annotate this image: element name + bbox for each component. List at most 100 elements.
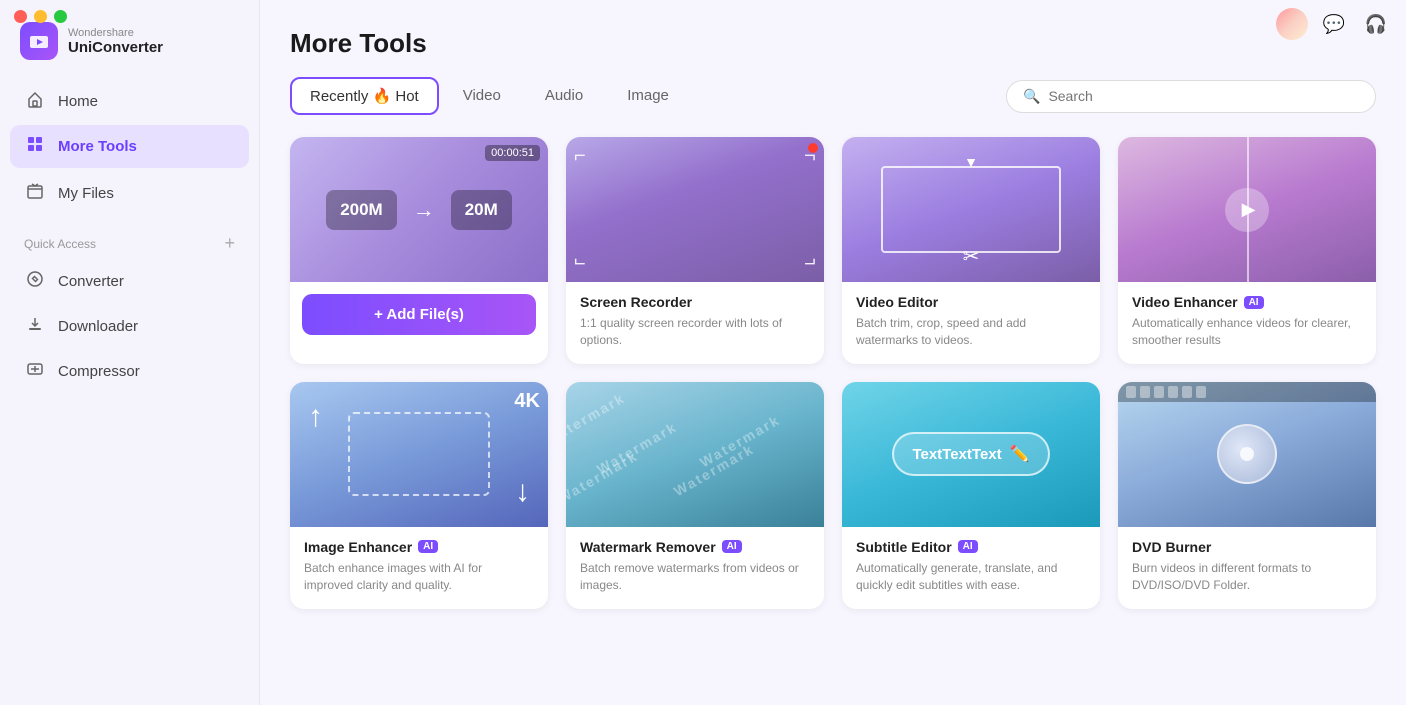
search-input[interactable] [1048, 88, 1359, 104]
film-hole-5 [1182, 386, 1192, 398]
sidebar-item-more-tools[interactable]: More Tools [10, 125, 249, 168]
converter-size-from: 200M [326, 190, 397, 230]
film-hole-1 [1126, 386, 1136, 398]
logo-icon [20, 22, 58, 60]
screen-recorder-visual: ⌐ ⌐ ⌐ ⌐ [566, 137, 824, 282]
subtitle-pill: TextTextText ✏️ [892, 432, 1049, 476]
four-k-label: 4K [514, 390, 540, 413]
subtitle-editor-title: Subtitle Editor AI [856, 539, 1086, 555]
video-editor-desc: Batch trim, crop, speed and add watermar… [856, 315, 1086, 350]
crop-frame: ▼ ✂ [881, 166, 1062, 253]
tab-image-label: Image [627, 87, 669, 104]
watermark-visual: Watermark Watermark Watermark Watermark … [566, 382, 824, 527]
video-editor-title: Video Editor [856, 294, 1086, 310]
watermark-remover-thumb: Watermark Watermark Watermark Watermark … [566, 382, 824, 527]
search-icon: 🔍 [1023, 88, 1040, 105]
watermark-text-3: Watermark [566, 447, 641, 506]
maximize-button[interactable] [54, 10, 67, 23]
screen-recorder-desc: 1:1 quality screen recorder with lots of… [580, 315, 810, 350]
tool-card-watermark-remover[interactable]: Watermark Watermark Watermark Watermark … [566, 382, 824, 609]
converter-size-to: 20M [451, 190, 512, 230]
scissors-icon: ✂ [963, 244, 980, 269]
ai-badge-image-enhancer: AI [418, 540, 438, 553]
sidebar-item-my-files[interactable]: My Files [10, 172, 249, 215]
watermark-remover-info: Watermark Remover AI Batch remove waterm… [566, 527, 824, 609]
converter-label: Converter [58, 273, 124, 290]
add-files-button[interactable]: + Add File(s) [302, 294, 536, 335]
screen-recorder-info: Screen Recorder 1:1 quality screen recor… [566, 282, 824, 364]
headphone-icon[interactable]: 🎧 [1360, 8, 1392, 40]
sidebar-item-compressor[interactable]: Compressor [10, 350, 249, 393]
sidebar: Wondershare UniConverter Home More Tools… [0, 0, 260, 705]
quick-access-label: Quick Access [24, 237, 96, 251]
divider-line [1247, 137, 1249, 282]
dvd-visual [1118, 382, 1376, 527]
tab-recently-hot-label: Recently 🔥 Hot [310, 88, 419, 105]
converter-card[interactable]: 00:00:51 200M → 20M + Add File(s) [290, 137, 548, 364]
sidebar-more-tools-label: More Tools [58, 138, 137, 155]
video-enhancer-thumb [1118, 137, 1376, 282]
watermark-remover-title: Watermark Remover AI [580, 539, 810, 555]
video-enhancer-visual [1118, 137, 1376, 282]
sidebar-item-converter[interactable]: Converter [10, 260, 249, 303]
image-enhancer-visual: 4K ↑ ↓ [290, 382, 548, 527]
home-icon [24, 90, 46, 113]
header-right: 💬 🎧 [1276, 8, 1392, 40]
chat-icon[interactable]: 💬 [1318, 8, 1350, 40]
video-enhancer-desc: Automatically enhance videos for clearer… [1132, 315, 1362, 350]
film-strip [1118, 382, 1376, 402]
quick-access-nav: Converter Downloader Compressor [0, 260, 259, 393]
corner-tl: ⌐ [574, 145, 586, 168]
tab-video[interactable]: Video [443, 77, 521, 115]
converter-badge: 00:00:51 [485, 145, 540, 161]
subtitle-editor-desc: Automatically generate, translate, and q… [856, 560, 1086, 595]
screen-recorder-title: Screen Recorder [580, 294, 810, 310]
corner-br: ⌐ [804, 251, 816, 274]
sidebar-nav: Home More Tools [0, 80, 259, 168]
dvd-burner-thumb [1118, 382, 1376, 527]
ai-badge-video-enhancer: AI [1244, 296, 1264, 309]
video-editor-thumb: ▼ ✂ [842, 137, 1100, 282]
image-enhancer-desc: Batch enhance images with AI for improve… [304, 560, 534, 595]
ai-badge-watermark: AI [722, 540, 742, 553]
converter-thumb: 00:00:51 200M → 20M [290, 137, 548, 282]
close-button[interactable] [14, 10, 27, 23]
tool-card-video-editor[interactable]: ▼ ✂ Video Editor Batch trim, crop, speed… [842, 137, 1100, 364]
watermark-remover-desc: Batch remove watermarks from videos or i… [580, 560, 810, 595]
avatar-icon[interactable] [1276, 8, 1308, 40]
tool-card-subtitle-editor[interactable]: TextTextText ✏️ Subtitle Editor AI Autom… [842, 382, 1100, 609]
tool-card-video-enhancer[interactable]: Video Enhancer AI Automatically enhance … [1118, 137, 1376, 364]
compressor-icon [24, 360, 46, 383]
tabs-row: Recently 🔥 Hot Video Audio Image 🔍 [290, 77, 1376, 115]
down-arrow-icon: ↓ [515, 475, 530, 509]
film-hole-4 [1168, 386, 1178, 398]
subtitle-editor-thumb: TextTextText ✏️ [842, 382, 1100, 527]
quick-access-section: Quick Access + [0, 219, 259, 260]
enhance-frame [348, 412, 490, 496]
tool-card-image-enhancer[interactable]: 4K ↑ ↓ Image Enhancer AI Batch enhance i… [290, 382, 548, 609]
page-title: More Tools [290, 28, 1376, 59]
minimize-button[interactable] [34, 10, 47, 23]
sidebar-item-home[interactable]: Home [10, 80, 249, 123]
video-editor-visual: ▼ ✂ [842, 137, 1100, 282]
dvd-burner-info: DVD Burner Burn videos in different form… [1118, 527, 1376, 609]
ai-badge-subtitle: AI [958, 540, 978, 553]
image-enhancer-title: Image Enhancer AI [304, 539, 534, 555]
more-tools-icon [24, 135, 46, 158]
quick-access-add-icon[interactable]: + [224, 233, 235, 254]
tool-card-dvd-burner[interactable]: DVD Burner Burn videos in different form… [1118, 382, 1376, 609]
tab-audio[interactable]: Audio [525, 77, 603, 115]
film-hole-2 [1140, 386, 1150, 398]
sidebar-item-downloader[interactable]: Downloader [10, 305, 249, 348]
corner-bl: ⌐ [574, 251, 586, 274]
tab-image[interactable]: Image [607, 77, 689, 115]
image-enhancer-thumb: 4K ↑ ↓ [290, 382, 548, 527]
my-files-icon [24, 182, 46, 205]
tab-recently-hot[interactable]: Recently 🔥 Hot [290, 77, 439, 115]
video-enhancer-title: Video Enhancer AI [1132, 294, 1362, 310]
compressor-label: Compressor [58, 363, 140, 380]
sidebar-home-label: Home [58, 93, 98, 110]
tool-card-screen-recorder[interactable]: ⌐ ⌐ ⌐ ⌐ Screen Recorder 1:1 quality scre… [566, 137, 824, 364]
main-content: More Tools Recently 🔥 Hot Video Audio Im… [260, 0, 1406, 705]
search-box[interactable]: 🔍 [1006, 80, 1376, 113]
